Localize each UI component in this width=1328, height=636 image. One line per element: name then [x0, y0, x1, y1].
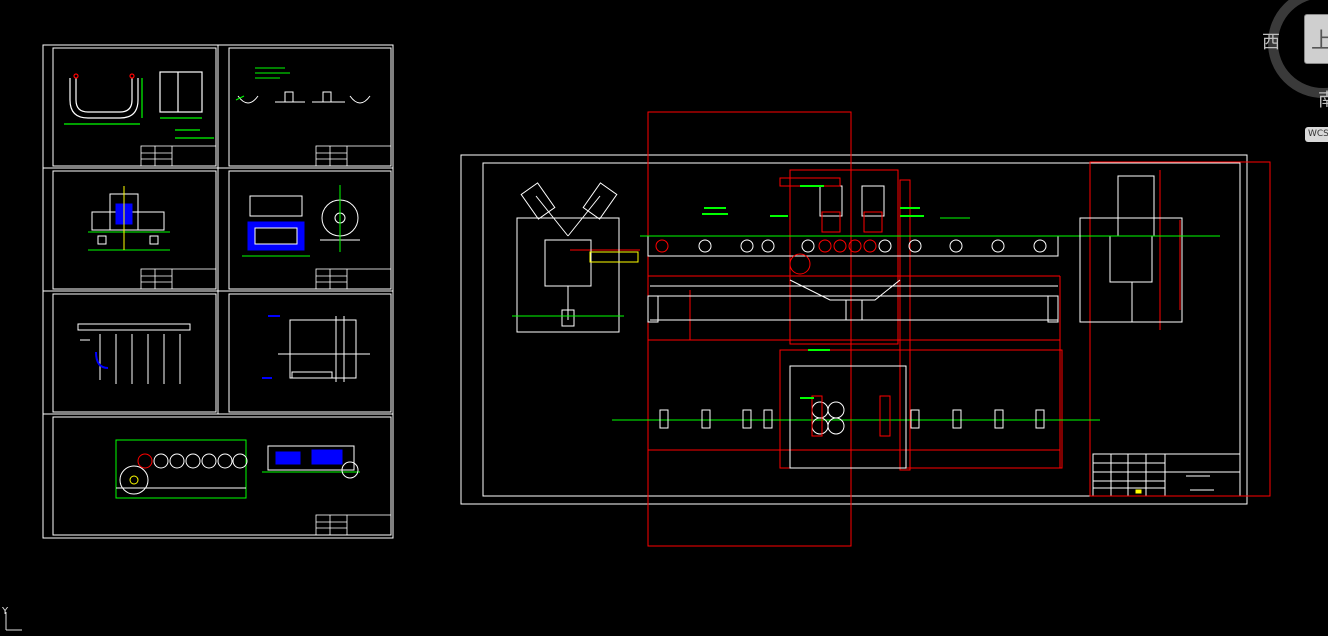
- sheet-7-roller-line-drawing: [115, 439, 360, 499]
- ucs-icon: [5, 612, 22, 631]
- main-title-block[interactable]: [1092, 453, 1241, 497]
- upper-conveyor-assembly[interactable]: [512, 175, 1220, 333]
- sheet-1-u-bend-drawing: [64, 71, 214, 139]
- sheet-4-frame-drawing: [242, 185, 360, 257]
- sheet-3-section-drawing: [88, 186, 170, 251]
- main-drawing-sheet[interactable]: [460, 154, 1248, 505]
- sheet-6-layout-drawing: [262, 315, 370, 382]
- sheet-2-fittings-drawing: [235, 67, 371, 104]
- drawing-canvas[interactable]: [0, 0, 1328, 636]
- sheet-5-schematic-drawing: [77, 323, 191, 384]
